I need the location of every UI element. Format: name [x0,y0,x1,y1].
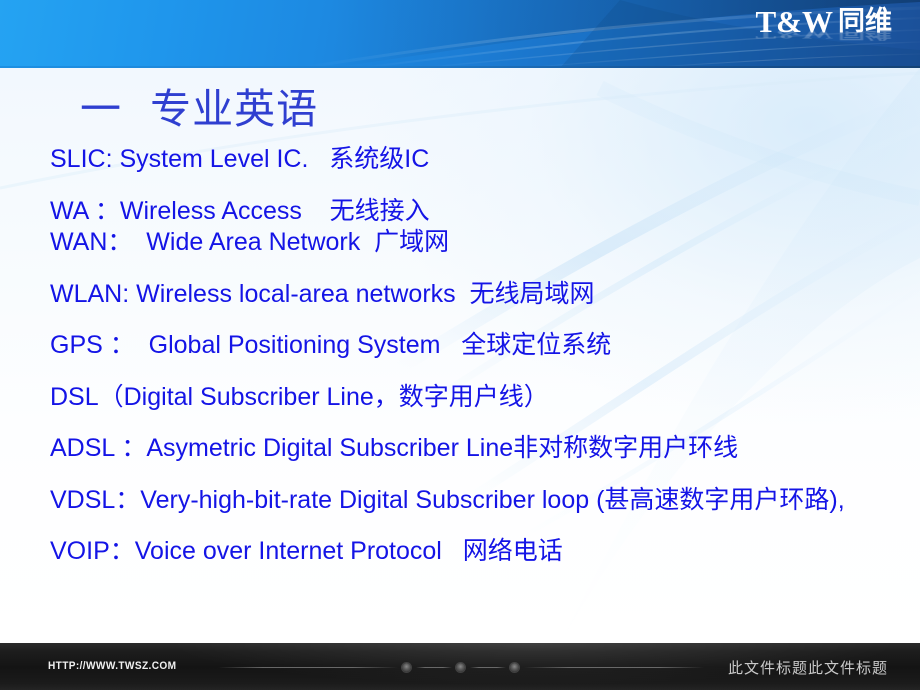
slide-content-area: 一 专业英语 SLIC: System Level IC. 系统级IC WA ：… [0,68,920,643]
term-line-wlan: WLAN: Wireless local-area networks 无线局域网 [50,279,595,308]
slide-header-banner: T&W 同维 T&W 同维 [0,0,920,68]
term-line-dsl: DSL（Digital Subscriber Line，数字用户线） [50,382,549,411]
page-title: 一 专业英语 [80,85,319,133]
presentation-slide: T&W 同维 T&W 同维 一 专业英语 SLIC: System Level … [0,0,920,690]
footer-divider-mid-1 [416,667,452,668]
term-line-gps: GPS ： Global Positioning System 全球定位系统 [50,331,612,359]
term-line-wa: WA ：Wireless Access 无线接入 [50,196,430,225]
footer-divider-left [218,667,398,668]
footer-dot-3 [510,663,519,672]
content-body: SLIC: System Level IC. 系统级IC WA ：Wireles… [50,145,910,567]
footer-website-url[interactable]: HTTP://WWW.TWSZ.COM [48,660,176,672]
footer-divider-right [524,667,704,668]
term-line-slic: SLIC: System Level IC. 系统级IC [50,145,430,173]
term-line-adsl: ADSL ：Asymetric Digital Subscriber Line非… [50,434,739,462]
term-line-voip: VOIP：Voice over Internet Protocol 网络电话 [50,537,563,565]
footer-divider-mid-2 [470,667,506,668]
footer-dot-2 [456,663,465,672]
logo-text-tongwei: 同维 [838,6,892,37]
logo-text-tw: T&W [755,4,834,39]
term-line-wan: WAN： Wide Area Network 广域网 [50,228,450,256]
term-line-vdsl: VDSL：Very-high-bit-rate Digital Subscrib… [50,485,845,514]
footer-dot-1 [402,663,411,672]
company-logo: T&W 同维 [756,6,893,52]
footer-document-title: 此文件标题此文件标题 [727,659,888,677]
